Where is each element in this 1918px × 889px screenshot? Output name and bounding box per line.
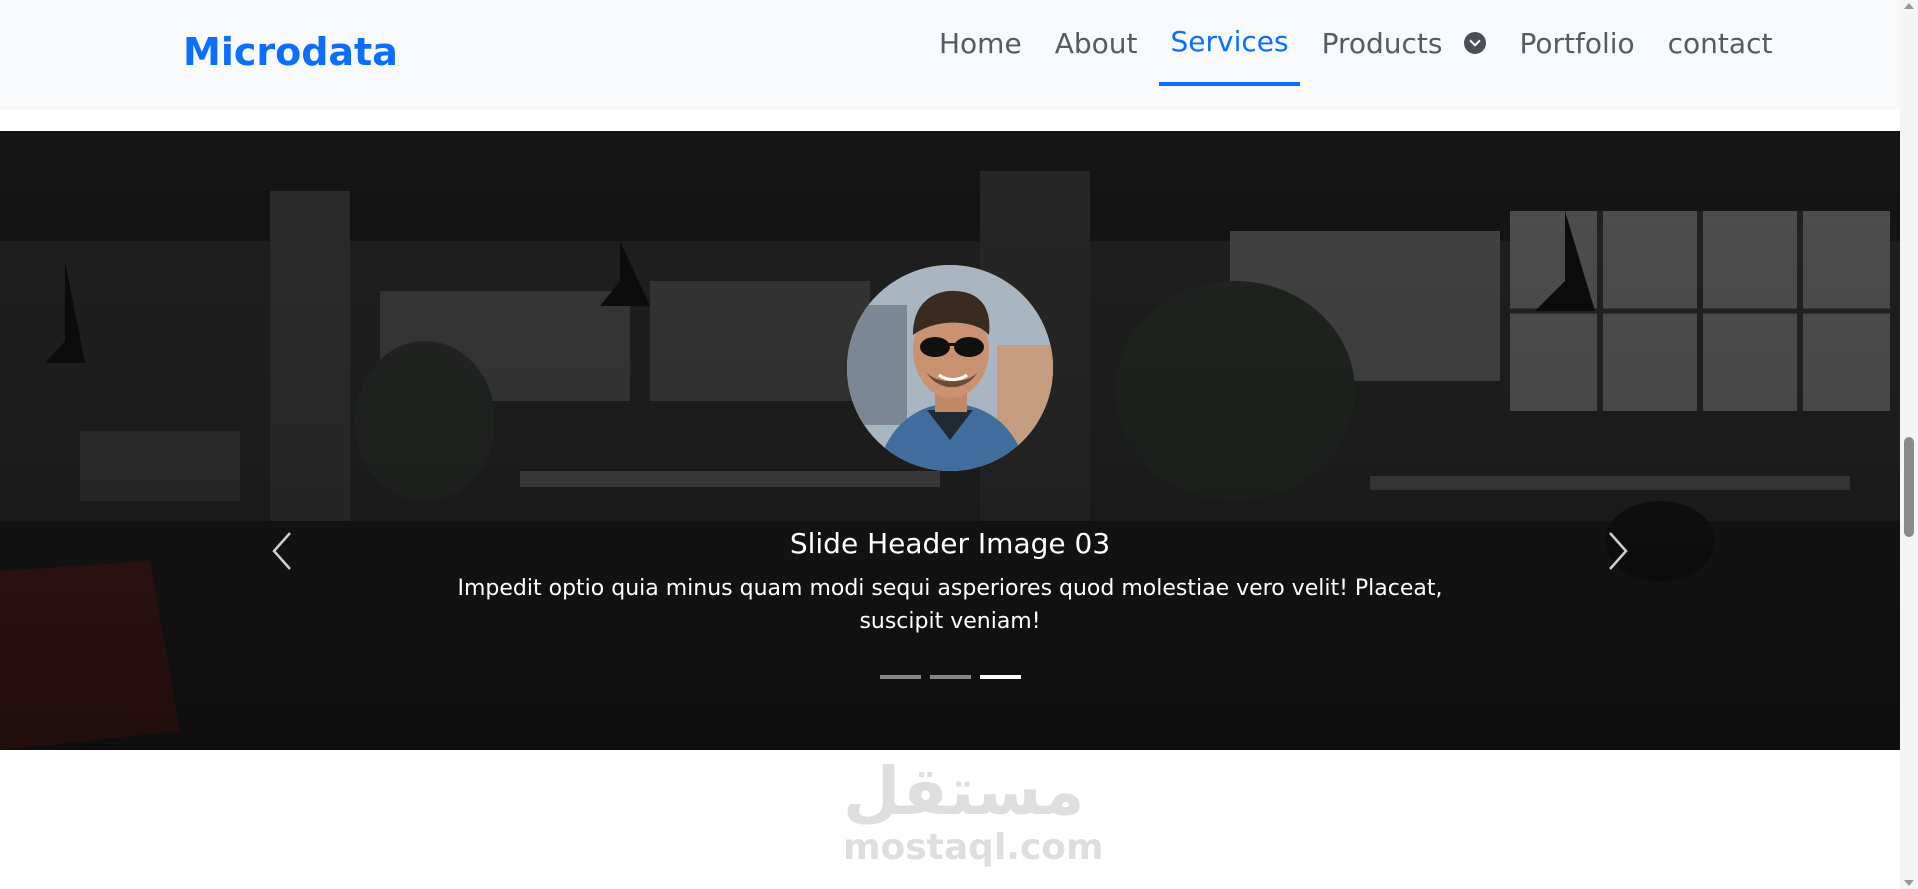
carousel-indicator-3[interactable] [980, 675, 1021, 679]
scroll-thumb[interactable] [1904, 437, 1914, 537]
nav-label: contact [1667, 26, 1773, 60]
carousel-indicator-2[interactable] [930, 675, 971, 679]
nav-item-about[interactable]: About [1044, 0, 1149, 86]
nav-item-contact[interactable]: contact [1657, 0, 1784, 86]
nav-label: About [1054, 26, 1138, 60]
nav-item-services[interactable]: Services [1159, 0, 1300, 86]
carousel-prev-button[interactable] [264, 529, 304, 573]
scroll-down-icon[interactable] [1904, 880, 1914, 886]
avatar [847, 265, 1053, 471]
page: Microdata Home About Services Products P… [0, 0, 1918, 889]
page-scrollbar[interactable] [1900, 0, 1918, 889]
carousel-indicator-1[interactable] [880, 675, 921, 679]
brand-logo[interactable]: Microdata [183, 30, 398, 74]
watermark-arabic-text: مستقل [843, 753, 1085, 830]
carousel-indicators [880, 675, 1021, 679]
nav-item-portfolio[interactable]: Portfolio [1508, 0, 1645, 86]
nav-label: Products [1321, 26, 1443, 60]
chevron-down-icon[interactable] [1464, 32, 1487, 54]
portrait-image [847, 265, 1053, 471]
nav-item-home[interactable]: Home [928, 0, 1033, 86]
chevron-left-icon [272, 532, 291, 570]
nav-label: Home [939, 26, 1022, 60]
navbar: Microdata Home About Services Products P… [0, 0, 1900, 110]
carousel-next-button[interactable] [1596, 529, 1636, 573]
nav-label: Services [1170, 24, 1289, 58]
nav-menu: Home About Services Products Portfolio c… [928, 0, 1794, 110]
slide-caption: Impedit optio quia minus quam modi sequi… [457, 576, 1443, 634]
nav-item-products[interactable]: Products [1311, 0, 1498, 86]
watermark-latin-text: mostaql.com [843, 827, 1104, 868]
mostaql-watermark: مستقل mostaql.com [843, 752, 1104, 868]
chevron-right-icon [1609, 532, 1628, 570]
nav-label: Portfolio [1519, 26, 1635, 60]
scroll-up-icon[interactable] [1904, 3, 1914, 9]
header-carousel: Slide Header Image 03 Impedit optio quia… [0, 131, 1900, 750]
